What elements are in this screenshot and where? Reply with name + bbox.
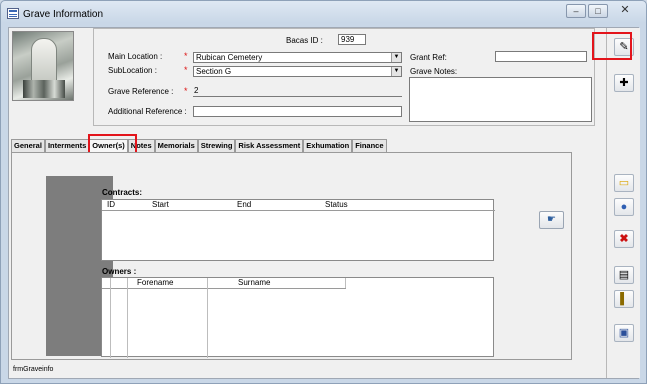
owners-grid-line: [207, 278, 208, 358]
form-icon: [7, 8, 19, 19]
close-button[interactable]: ✕: [610, 4, 640, 18]
grave-photo[interactable]: [12, 31, 74, 101]
new-record-icon[interactable]: ✚: [614, 74, 634, 92]
maximize-button[interactable]: □: [588, 4, 608, 18]
globe-icon[interactable]: ●: [614, 198, 634, 216]
window-title: Grave Information: [23, 9, 104, 20]
required-marker: *: [184, 51, 188, 61]
bacas-id-field[interactable]: 939: [338, 34, 366, 45]
required-marker: *: [184, 65, 188, 75]
grave-base-image: [23, 80, 65, 98]
tab-risk-assessment[interactable]: Risk Assessment: [235, 139, 304, 152]
tab-strip: General Interments Owner(s) Notes Memori…: [11, 139, 387, 153]
owners-header-divider: [102, 288, 346, 289]
sublocation-label: SubLocation :: [108, 66, 157, 75]
contracts-col-end: End: [237, 200, 252, 209]
close-form-icon[interactable]: ▣: [614, 324, 634, 342]
chevron-down-icon[interactable]: ▼: [391, 67, 401, 76]
grave-information-window: Grave Information – □ ✕ Bacas ID : 939 M…: [0, 0, 647, 384]
main-location-combo[interactable]: Rubican Cemetery ▼: [193, 52, 402, 63]
tab-strewing[interactable]: Strewing: [197, 139, 236, 152]
owners-grid-line: [345, 278, 346, 288]
owners-col-forename: Forename: [137, 278, 174, 287]
form-body: Bacas ID : 939 Main Location : * Rubican…: [8, 27, 640, 379]
open-contract-button[interactable]: ☛: [539, 211, 564, 229]
tab-general[interactable]: General: [11, 139, 45, 152]
sublocation-value: Section G: [196, 67, 232, 76]
title-bar: Grave Information – □ ✕: [1, 1, 646, 27]
owners-subform[interactable]: Forename Surname: [101, 277, 494, 358]
exit-door-icon[interactable]: ▌: [614, 290, 634, 308]
form-name-status: frmGraveinfo: [13, 366, 54, 373]
delete-icon[interactable]: ✖: [614, 230, 634, 248]
grant-ref-label: Grant Ref:: [410, 53, 447, 62]
sublocation-combo[interactable]: Section G ▼: [193, 66, 402, 77]
tab-interments[interactable]: Interments: [44, 139, 90, 152]
owners-tab-panel: Contracts: ID Start End Status ☛ Owners …: [11, 152, 572, 360]
headstone-image: [31, 38, 57, 82]
main-location-label: Main Location :: [108, 52, 163, 61]
grave-reference-field[interactable]: 2: [193, 86, 402, 97]
printer-icon[interactable]: ▤: [614, 266, 634, 284]
grant-ref-field[interactable]: [495, 51, 587, 62]
tab-exhumation[interactable]: Exhumation: [303, 139, 353, 152]
grave-notes-field[interactable]: [409, 77, 592, 122]
contracts-header-divider: [102, 210, 495, 211]
contracts-col-status: Status: [325, 200, 348, 209]
owners-grid-line: [110, 278, 111, 358]
tab-finance[interactable]: Finance: [352, 139, 387, 152]
tab-memorials[interactable]: Memorials: [154, 139, 198, 152]
contracts-col-start: Start: [152, 200, 169, 209]
minimize-button[interactable]: –: [566, 4, 586, 18]
edit-button-highlight: [592, 32, 632, 60]
right-toolbar: ✎ ✚ ▭ ● ✖ ▤ ▌ ▣: [606, 28, 640, 378]
contracts-col-id: ID: [107, 200, 115, 209]
contracts-label: Contracts:: [102, 188, 143, 197]
grave-reference-label: Grave Reference :: [108, 87, 174, 96]
chevron-down-icon[interactable]: ▼: [391, 53, 401, 62]
contracts-subform[interactable]: ID Start End Status: [101, 199, 495, 261]
grave-header-panel: Bacas ID : 939 Main Location : * Rubican…: [93, 28, 595, 126]
window-controls: – □ ✕: [566, 4, 640, 18]
owners-label: Owners :: [102, 267, 137, 276]
owners-grid-line: [127, 278, 128, 358]
bacas-id-label: Bacas ID :: [286, 36, 323, 45]
main-location-value: Rubican Cemetery: [196, 53, 263, 62]
additional-reference-field[interactable]: [193, 106, 402, 117]
additional-reference-label: Additional Reference :: [108, 107, 187, 116]
required-marker: *: [184, 86, 188, 96]
owners-col-surname: Surname: [238, 278, 271, 287]
grave-notes-label: Grave Notes:: [410, 67, 458, 76]
folder-icon[interactable]: ▭: [614, 174, 634, 192]
